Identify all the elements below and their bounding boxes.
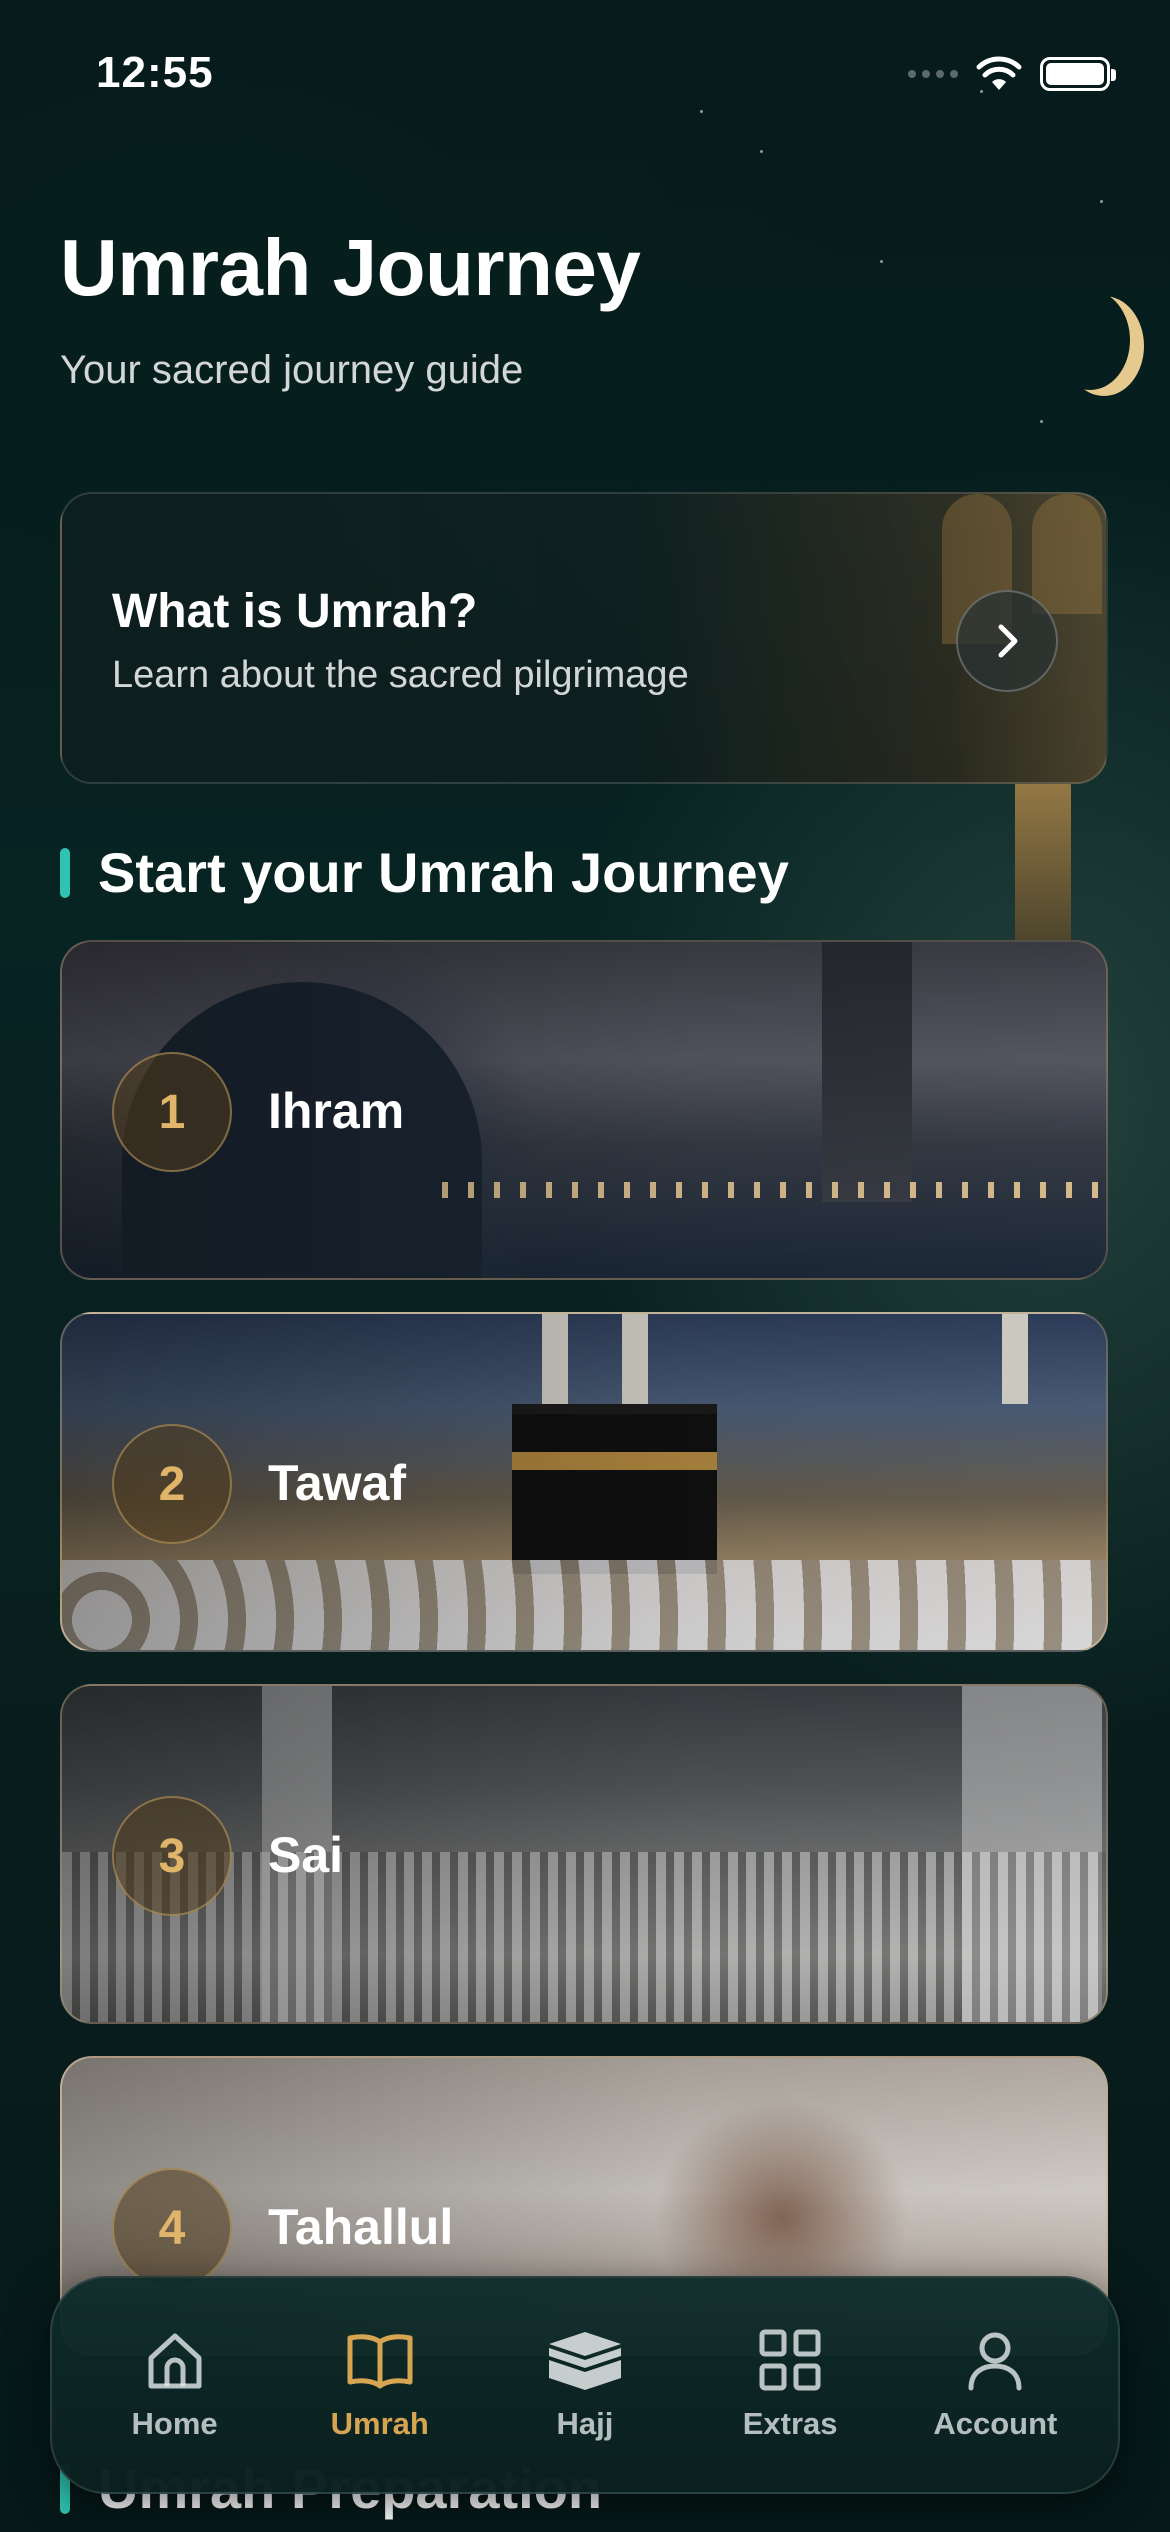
what-is-umrah-card[interactable]: What is Umrah? Learn about the sacred pi… <box>60 492 1108 784</box>
chevron-right-button[interactable] <box>956 590 1058 692</box>
tab-hajj[interactable]: Hajj <box>485 2328 685 2442</box>
info-card-title: What is Umrah? <box>112 585 478 638</box>
step-label: Tawaf <box>268 1455 406 1511</box>
wifi-icon <box>976 56 1022 90</box>
tab-label: Home <box>131 2406 218 2441</box>
tab-label: Account <box>933 2406 1058 2441</box>
signal-icon <box>908 70 958 78</box>
home-icon <box>148 2333 202 2389</box>
kaaba-icon <box>548 2332 621 2390</box>
tab-account[interactable]: Account <box>895 2328 1095 2442</box>
step-number-badge: 1 <box>112 1052 232 1172</box>
step-label: Sai <box>268 1827 344 1883</box>
crescent-moon-icon <box>1050 290 1130 390</box>
step-card-sai[interactable]: 3 Sai <box>60 1684 1108 2024</box>
section-accent-bar <box>60 847 70 898</box>
tab-label: Extras <box>742 2406 838 2441</box>
battery-icon <box>1040 57 1116 91</box>
step-number-badge: 3 <box>112 1796 232 1916</box>
info-card-subtitle: Learn about the sacred pilgrimage <box>112 654 689 696</box>
step-card-tawaf[interactable]: 2 Tawaf <box>60 1312 1108 1652</box>
bottom-tab-bar: Home Umrah Hajj Extras Account <box>50 2276 1120 2494</box>
step-card-ihram[interactable]: 1 Ihram <box>60 940 1108 1280</box>
mosque-arch-image <box>1032 494 1102 614</box>
user-icon <box>968 2332 1022 2391</box>
journey-section-heading: Start your Umrah Journey <box>60 840 789 905</box>
tab-label: Umrah <box>330 2406 429 2441</box>
grid-icon <box>759 2329 821 2391</box>
tab-home[interactable]: Home <box>75 2328 275 2442</box>
status-icons <box>908 56 1116 92</box>
tab-extras[interactable]: Extras <box>690 2328 890 2442</box>
page-subtitle: Your sacred journey guide <box>60 348 524 392</box>
step-number-badge: 2 <box>112 1424 232 1544</box>
book-icon <box>347 2334 413 2389</box>
page-title: Umrah Journey <box>60 223 641 312</box>
step-label: Tahallul <box>268 2199 454 2255</box>
step-number-badge: 4 <box>112 2168 232 2288</box>
step-label: Ihram <box>268 1083 405 1139</box>
status-time: 12:55 <box>96 48 214 97</box>
tab-umrah[interactable]: Umrah <box>280 2328 480 2442</box>
section-title: Start your Umrah Journey <box>98 841 789 904</box>
chevron-right-icon <box>998 624 1018 658</box>
tab-label: Hajj <box>556 2406 614 2441</box>
